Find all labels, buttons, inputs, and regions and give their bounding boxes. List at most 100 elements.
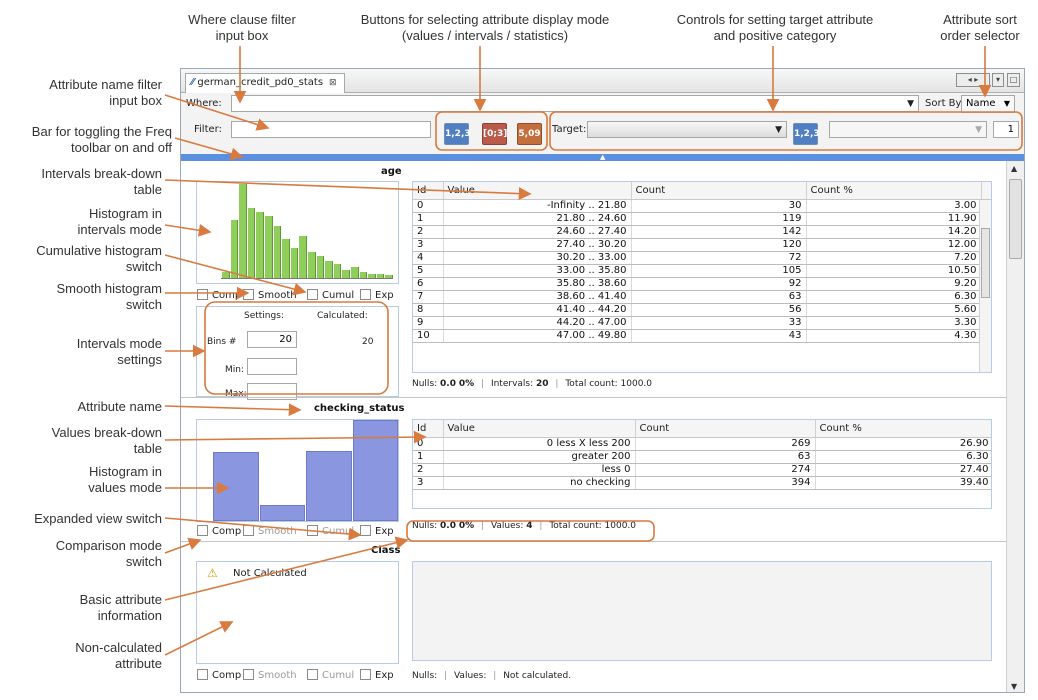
table-cell: 5 [413, 264, 444, 278]
target-select[interactable]: ▼ [587, 121, 787, 138]
table-row[interactable]: 10 47.00 .. 49.80 43 4.30 [413, 329, 991, 343]
column-header[interactable]: Count % [806, 182, 982, 200]
table-row[interactable]: 6 35.80 .. 38.60 92 9.20 [413, 277, 991, 291]
not-calculated-label: Not Calculated [233, 568, 307, 579]
divider: | [555, 379, 559, 389]
table-row[interactable]: 3 no checking 394 39.40 [413, 476, 991, 490]
histogram-intervals [196, 181, 399, 284]
cumul-checkbox[interactable]: Cumul [307, 669, 354, 681]
checkbox-box [243, 289, 254, 300]
where-input[interactable]: ▼ [231, 95, 919, 112]
smooth-label: Smooth [258, 670, 297, 681]
scroll-up-icon[interactable]: ▲ [1011, 164, 1017, 173]
main-scrollbar[interactable]: ▲ ▼ [1006, 161, 1024, 692]
statistics-mode-button[interactable]: 5,09 [517, 123, 542, 145]
column-header[interactable]: Id [413, 420, 444, 438]
table-row[interactable]: 8 41.40 .. 44.20 56 5.60 [413, 303, 991, 317]
positive-category-count[interactable]: 1 [993, 121, 1019, 138]
histogram-bar [256, 212, 264, 278]
column-header[interactable]: Id [413, 182, 444, 200]
exp-checkbox[interactable]: Exp [360, 289, 394, 301]
table-cell: 3.30 [806, 316, 982, 330]
comp-checkbox[interactable]: Comp [197, 525, 241, 537]
checking-status-line: Nulls: 0.0 0% | Values: 4 | Total count:… [412, 521, 636, 531]
table-row[interactable]: 1 21.80 .. 24.60 119 11.90 [413, 212, 991, 226]
checkbox-box [197, 669, 208, 680]
values-mode-button[interactable]: 1,2,3 [444, 123, 471, 145]
maximize-icon[interactable]: □ [1007, 73, 1020, 87]
comp-label: Comp [212, 526, 242, 537]
histogram-bar [316, 256, 325, 278]
chevron-down-icon[interactable]: ▼ [975, 125, 982, 135]
sort-select[interactable]: Name ▼ [961, 95, 1015, 113]
checkbox-box [360, 289, 371, 300]
table-row[interactable]: 5 33.00 .. 35.80 105 10.50 [413, 264, 991, 278]
exp-checkbox[interactable]: Exp [360, 669, 394, 681]
histogram-bar [333, 264, 342, 278]
target-values-mode-button[interactable]: 1,2,3 [793, 123, 820, 145]
tab-german-credit[interactable]: ⁄⁄ german_credit_pd0_stats ⊠ [185, 73, 345, 93]
table-row[interactable]: 3 27.40 .. 30.20 120 12.00 [413, 238, 991, 252]
table-scrollbar[interactable] [979, 200, 991, 372]
annotation-freq-toggle: Bar for toggling the Freq toolbar on and… [31, 124, 172, 155]
total-value: 1000.0 [604, 521, 637, 531]
cumul-label: Cumul [322, 290, 355, 301]
positive-category-select[interactable]: ▼ [829, 121, 987, 138]
table-cell: 394 [635, 476, 816, 490]
filter-input[interactable] [231, 121, 431, 138]
column-header[interactable]: Value [443, 182, 632, 200]
table-row[interactable]: 1 greater 200 63 6.30 [413, 450, 991, 464]
table-row[interactable]: 4 30.20 .. 33.00 72 7.20 [413, 251, 991, 265]
attribute-name-class: Class [371, 545, 401, 556]
smooth-checkbox[interactable]: Smooth [243, 289, 297, 301]
bins-input[interactable]: 20 [247, 331, 297, 348]
table-row[interactable]: 9 44.20 .. 47.00 33 3.30 [413, 316, 991, 330]
scroll-thumb[interactable] [1009, 179, 1022, 259]
annotation-intervals-table: Intervals break-down table [41, 166, 162, 197]
nulls-label: Nulls: [412, 671, 438, 681]
cumul-checkbox[interactable]: Cumul [307, 289, 354, 301]
table-row[interactable]: 7 38.60 .. 41.40 63 6.30 [413, 290, 991, 304]
table-cell: 7 [413, 290, 444, 304]
list-tabs-icon[interactable]: ▾ [992, 73, 1004, 87]
table-row[interactable]: 2 24.60 .. 27.40 142 14.20 [413, 225, 991, 239]
age-status-line: Nulls: 0.0 0% | Intervals: 20 | Total co… [412, 379, 652, 389]
column-header[interactable]: Count [635, 420, 816, 438]
close-icon[interactable]: ⊠ [329, 78, 337, 88]
table-row[interactable]: 2 less 0 274 27.40 [413, 463, 991, 477]
sort-label: Sort By: [925, 98, 965, 109]
table-row[interactable]: 00 less X less 200 269 26.90 [413, 437, 991, 451]
freq-toolbar-toggle[interactable]: ▲ [181, 153, 1024, 161]
annotation-comparison-switch: Comparison mode switch [55, 538, 162, 569]
smooth-checkbox[interactable]: Smooth [243, 669, 297, 681]
annotation-values-table: Values break-down table [51, 425, 162, 456]
exp-checkbox[interactable]: Exp [360, 525, 394, 537]
total-label: Total count: [549, 521, 602, 531]
intervals-mode-button[interactable]: [0;3] [482, 123, 507, 145]
values-table-grid: Id Value Count Count % 00 less X less 200 26… [413, 420, 991, 490]
column-header[interactable]: Count % [815, 420, 991, 438]
table-cell: 72 [631, 251, 807, 265]
scroll-thumb[interactable] [981, 228, 990, 298]
column-header[interactable]: Count [631, 182, 807, 200]
divider: | [539, 521, 543, 531]
comp-label: Comp [212, 670, 242, 681]
divider: | [481, 379, 485, 389]
table-cell: 4 [413, 251, 444, 265]
filter-label: Filter: [194, 124, 222, 135]
cumul-checkbox[interactable]: Cumul [307, 525, 354, 537]
smooth-checkbox[interactable]: Smooth [243, 525, 297, 537]
table-cell: 27.40 .. 30.20 [443, 238, 632, 252]
scroll-down-icon[interactable]: ▼ [1011, 682, 1017, 691]
column-header[interactable]: Value [443, 420, 636, 438]
nav-arrows-icon[interactable]: ◂ ▸ [956, 73, 990, 87]
min-input[interactable] [247, 358, 297, 375]
chevron-down-icon[interactable]: ▼ [907, 99, 914, 109]
chevron-down-icon[interactable]: ▼ [775, 125, 782, 135]
annotation-sort-selector: Attribute sort order selector [940, 12, 1020, 43]
comp-checkbox[interactable]: Comp [197, 289, 241, 301]
table-row[interactable]: 0 -Infinity .. 21.80 30 3.00 [413, 199, 991, 213]
total-label: Total count: [565, 379, 618, 389]
comp-checkbox[interactable]: Comp [197, 669, 241, 681]
table-cell: 11.90 [806, 212, 982, 226]
